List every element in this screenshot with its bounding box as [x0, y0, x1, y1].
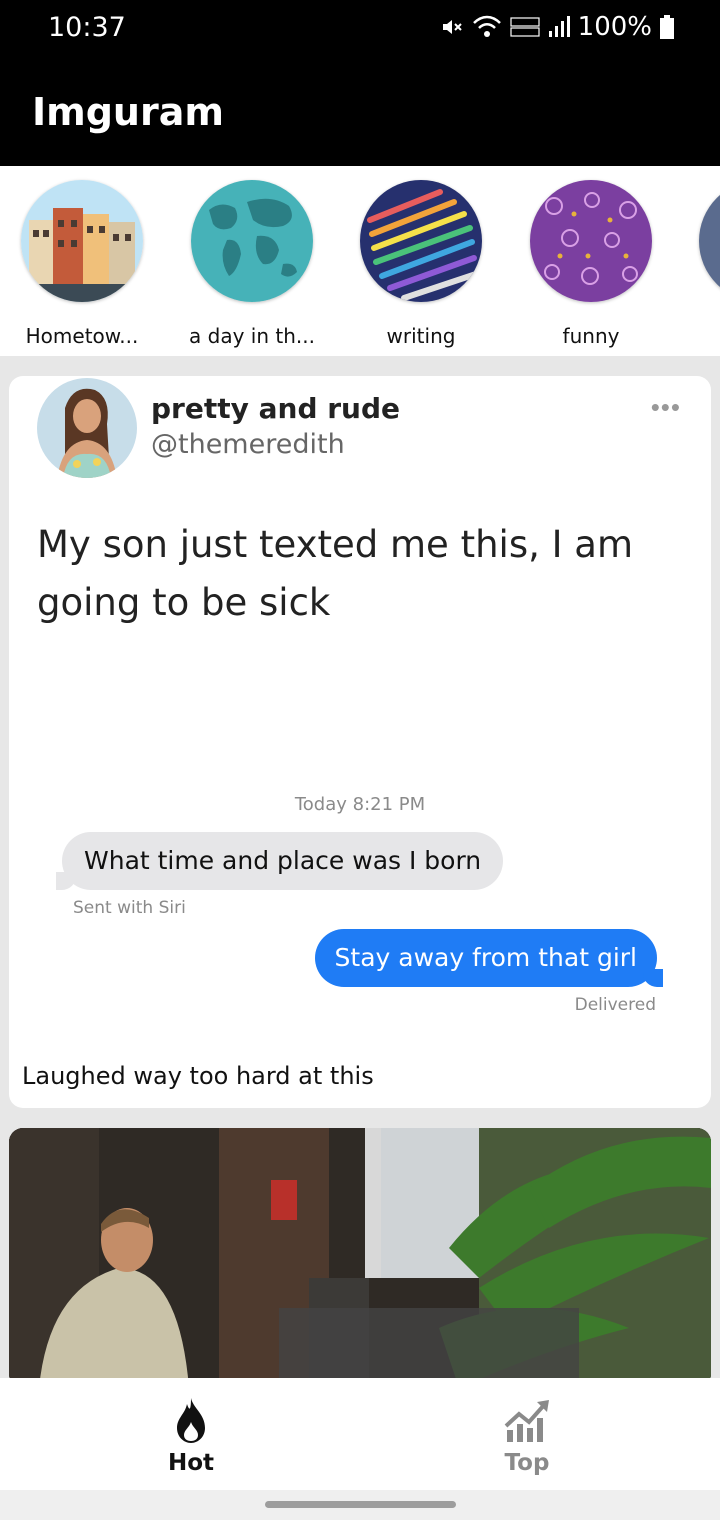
- incoming-message-note: Sent with Siri: [73, 898, 186, 918]
- story-day-in-the[interactable]: a day in th...: [182, 180, 322, 348]
- flame-icon: [177, 1398, 205, 1443]
- signal-icon: [548, 16, 570, 37]
- story-partial[interactable]: [690, 180, 720, 302]
- author-handle: @themeredith: [151, 429, 345, 460]
- status-icons: 100%: [440, 12, 674, 42]
- battery-percent: 100%: [577, 12, 652, 42]
- app-bar: Imguram: [0, 56, 720, 166]
- bottom-navigation: Hot Top: [0, 1378, 720, 1490]
- wifi-icon: [472, 15, 501, 37]
- nav-label: Top: [504, 1450, 550, 1476]
- story-writing[interactable]: writing: [351, 180, 491, 348]
- nav-top[interactable]: Top: [447, 1396, 607, 1476]
- gesture-bar: [0, 1490, 720, 1520]
- author-name: pretty and rude: [151, 392, 401, 425]
- nav-label: Hot: [167, 1450, 215, 1476]
- hometown-thumbnail: [21, 180, 143, 302]
- story-thumbnail-partial: [699, 180, 720, 302]
- story-label: funny: [562, 324, 620, 348]
- tweet-text: My son just texted me this, I am going t…: [37, 523, 634, 624]
- post-caption: Laughed way too hard at this: [22, 1062, 374, 1090]
- purple-pattern-thumbnail: [530, 180, 652, 302]
- battery-icon: [660, 15, 674, 39]
- status-time: 10:37: [48, 12, 126, 43]
- stories-row[interactable]: Hometow... a day in th... writing funny: [0, 166, 720, 356]
- mute-icon: [442, 20, 462, 34]
- story-hometown[interactable]: Hometow...: [12, 180, 152, 348]
- outgoing-message-bubble: Stay away from that girl: [314, 929, 664, 987]
- story-label: Hometow...: [25, 324, 139, 348]
- volte-icon: [510, 17, 540, 37]
- story-label: a day in th...: [189, 324, 315, 348]
- app-title: Imguram: [32, 90, 224, 134]
- delivery-status: Delivered: [574, 995, 656, 1015]
- pencils-thumbnail: [360, 180, 482, 302]
- message-date: Today 8:21 PM: [294, 794, 426, 815]
- nav-hot[interactable]: Hot: [111, 1396, 271, 1476]
- post-card-image[interactable]: [9, 1128, 711, 1388]
- world-map-thumbnail: [191, 180, 313, 302]
- status-bar: 10:37 100%: [0, 0, 720, 56]
- story-label: writing: [386, 324, 456, 348]
- home-gesture-handle[interactable]: [265, 1501, 456, 1508]
- story-funny[interactable]: funny: [521, 180, 661, 348]
- post-card[interactable]: pretty and rude @themeredith ••• My son …: [9, 376, 711, 1108]
- post-image: [9, 1128, 711, 1388]
- author-avatar[interactable]: [37, 378, 137, 478]
- more-options-icon[interactable]: •••: [651, 392, 681, 423]
- trending-chart-icon: [504, 1400, 549, 1442]
- incoming-message-bubble: What time and place was I born: [55, 832, 504, 890]
